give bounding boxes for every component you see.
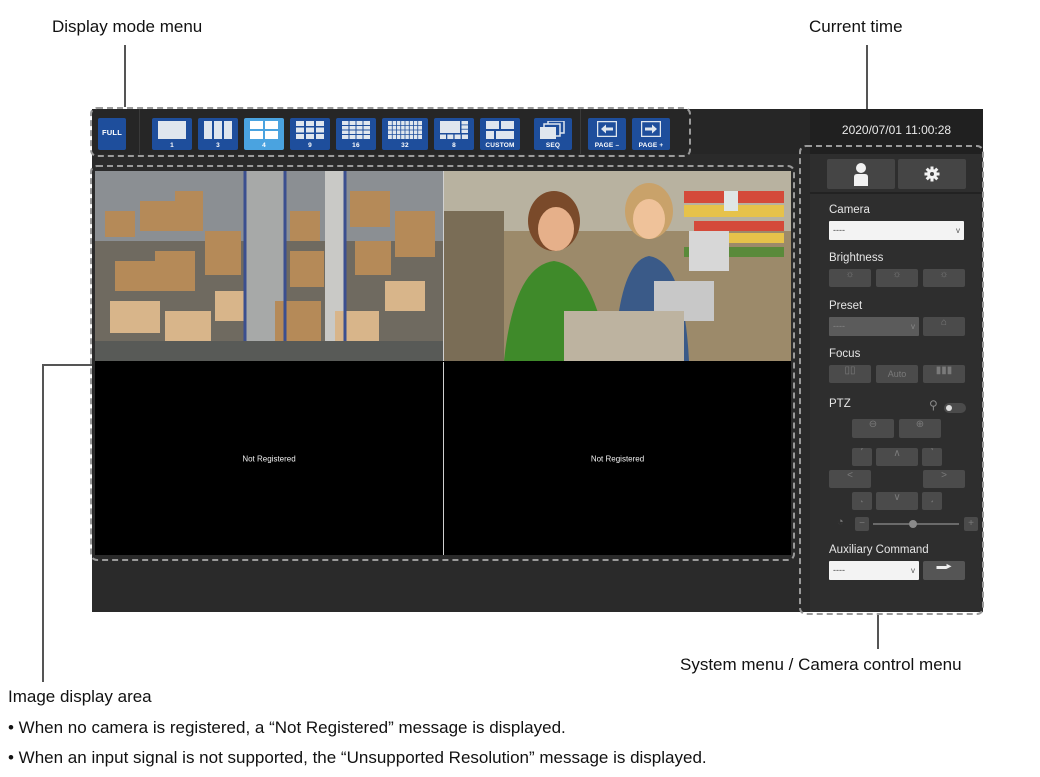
display-mode-menu-label: Display mode menu — [52, 17, 203, 36]
image-display-area-label: Image display area — [8, 687, 152, 706]
current-time-label: Current time — [809, 17, 903, 36]
system-menu-leader — [877, 615, 879, 649]
current-time-leader — [866, 45, 868, 115]
system-menu-outline — [799, 145, 984, 615]
image-display-area-leader-v — [42, 364, 44, 682]
display-mode-menu-outline — [90, 107, 691, 157]
image-display-area-outline — [90, 165, 795, 561]
note-not-registered: • When no camera is registered, a “Not R… — [8, 718, 566, 737]
note-unsupported-resolution: • When an input signal is not supported,… — [8, 748, 707, 767]
image-display-area-leader-h — [42, 364, 92, 366]
system-menu-label: System menu / Camera control menu — [680, 655, 962, 674]
display-mode-menu-leader — [124, 45, 126, 107]
